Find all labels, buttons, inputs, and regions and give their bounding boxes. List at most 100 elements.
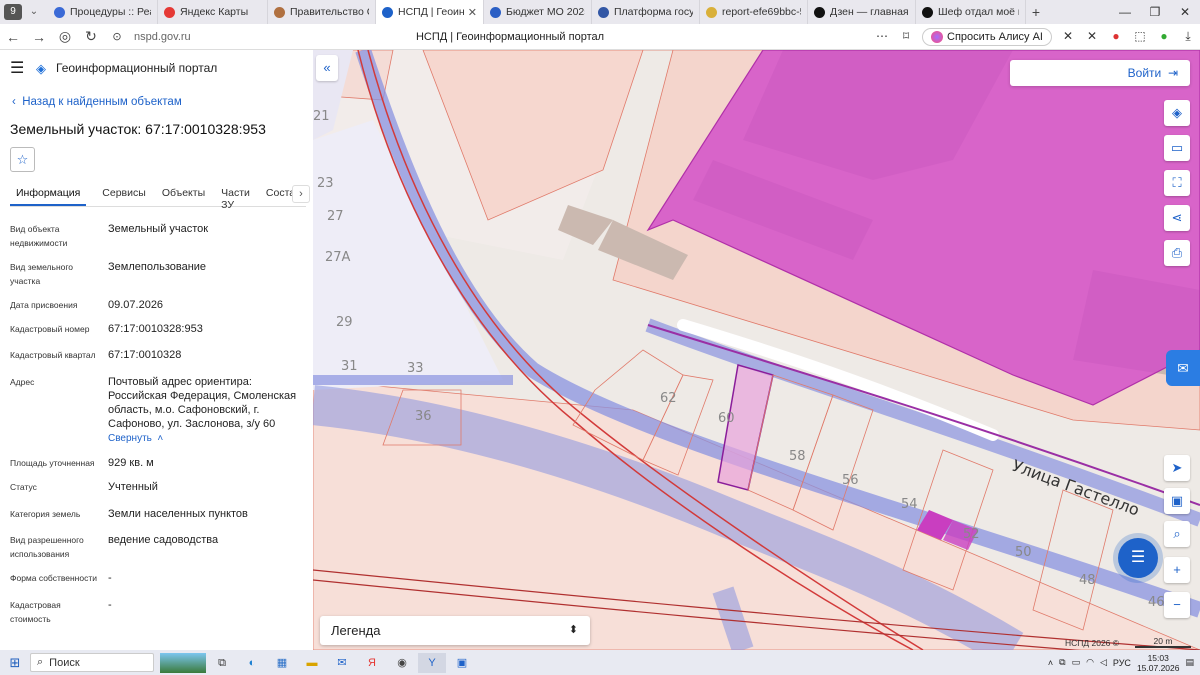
zoom-in-button[interactable]: + bbox=[1164, 557, 1190, 583]
object-info-panel: ☰ ◈ Геоинформационный портал ‹ Назад к н… bbox=[0, 50, 313, 650]
tab-information[interactable]: Информация bbox=[10, 183, 87, 206]
house-number: 46 bbox=[1148, 595, 1165, 610]
extension-icon[interactable]: ✕ bbox=[1084, 29, 1100, 45]
flag-icon[interactable]: ● bbox=[1108, 29, 1124, 45]
login-button[interactable]: Войти ⇥ bbox=[1010, 60, 1190, 86]
extension-icon[interactable]: ⬚ bbox=[1132, 29, 1148, 45]
clock[interactable]: 15:03 15.07.2026 bbox=[1137, 653, 1180, 673]
battery-icon[interactable]: ▭ bbox=[1072, 657, 1081, 668]
browser-tab[interactable]: Платформа государ bbox=[592, 0, 700, 24]
yandex-icon[interactable]: Я bbox=[358, 653, 386, 673]
browser-tab[interactable]: Шеф отдал моё повы bbox=[916, 0, 1026, 24]
yandex-browser-icon[interactable]: Y bbox=[418, 652, 446, 673]
ruler-icon[interactable]: ▭ bbox=[1164, 135, 1190, 161]
tab-label: report-efe69bbc-502 bbox=[722, 6, 801, 18]
tab-favicon-icon bbox=[490, 6, 501, 18]
edge-icon[interactable]: ◐ bbox=[238, 653, 266, 673]
reload-icon[interactable]: ↻ bbox=[78, 28, 104, 45]
protect-icon[interactable]: ◎ bbox=[52, 28, 78, 45]
house-number: 60 bbox=[718, 411, 735, 426]
favorite-star-icon[interactable]: ☆ bbox=[10, 147, 35, 172]
browser-tab[interactable]: Дзен — главная нов bbox=[808, 0, 916, 24]
task-view-icon[interactable]: ⧉ bbox=[208, 653, 236, 673]
volume-icon[interactable]: ◁ bbox=[1100, 657, 1107, 668]
tab-favicon-icon bbox=[382, 6, 393, 18]
browser-tab[interactable]: НСПД | Геоинфор ✕ bbox=[376, 0, 484, 24]
notifications-icon[interactable]: ▤ bbox=[1185, 657, 1194, 668]
house-number: 29 bbox=[336, 315, 353, 330]
collapse-panel-icon[interactable]: « bbox=[316, 55, 338, 81]
browser-tab-bar: 9 ⌄ Процедуры :: Реализ Яндекс Карты Прави… bbox=[0, 0, 1200, 24]
language-indicator[interactable]: РУС bbox=[1113, 658, 1131, 668]
tab-favicon-icon bbox=[706, 6, 717, 18]
tab-objects[interactable]: Объекты bbox=[162, 183, 205, 206]
app-icon[interactable]: ▣ bbox=[448, 653, 476, 673]
map-canvas[interactable]: 21 23 27 27А 29 31 33 36 62 60 58 56 54 … bbox=[313, 50, 1200, 650]
store-icon[interactable]: ▦ bbox=[268, 653, 296, 673]
object-title: Земельный участок: 67:17:0010328:953 bbox=[10, 121, 266, 137]
collapse-address-link[interactable]: Свернуть ˄ bbox=[108, 432, 304, 446]
close-window-icon[interactable]: ✕ bbox=[1170, 5, 1200, 19]
system-tray: ˄ ⧉ ▭ ◠ ◁ РУС 15:03 15.07.2026 ▤ bbox=[1048, 650, 1200, 675]
download-icon[interactable]: ⤓ bbox=[1180, 29, 1196, 45]
browser-tab[interactable]: Процедуры :: Реализ bbox=[48, 0, 158, 24]
more-icon[interactable]: ⋯ bbox=[874, 29, 890, 45]
house-number: 58 bbox=[789, 449, 806, 464]
map-copyright: НСПД 2026 © bbox=[1065, 638, 1120, 648]
widget-image-icon[interactable] bbox=[160, 652, 206, 673]
address-bar-actions: ⋯ ⌑ Спросить Алису AI ✕ ✕ ● ⬚ ● ⤓ bbox=[874, 27, 1196, 46]
tab-list-chevron-icon[interactable]: ⌄ bbox=[26, 4, 42, 20]
wifi-icon[interactable]: ◠ bbox=[1086, 657, 1094, 668]
login-label: Войти bbox=[1127, 66, 1162, 80]
tab-favicon-icon bbox=[922, 6, 933, 18]
ask-alice-button[interactable]: Спросить Алису AI bbox=[922, 27, 1052, 46]
extension-icon[interactable]: ● bbox=[1156, 29, 1172, 45]
bookmark-icon[interactable]: ⌑ bbox=[898, 29, 914, 45]
search-location-icon[interactable]: ⌕ bbox=[1164, 521, 1190, 547]
browser-tab[interactable]: Правительство Смо bbox=[268, 0, 376, 24]
help-chat-icon[interactable]: ✉ bbox=[1166, 350, 1200, 386]
explorer-icon[interactable]: ▬ bbox=[298, 653, 326, 673]
house-number: 33 bbox=[407, 361, 424, 376]
field-value: Землепользование bbox=[108, 261, 207, 273]
windows-start-icon[interactable]: ⊞ bbox=[0, 655, 30, 671]
field-label: Дата присвоения bbox=[10, 300, 78, 310]
zoom-out-button[interactable]: − bbox=[1164, 592, 1190, 618]
minimize-icon[interactable]: — bbox=[1110, 5, 1140, 19]
browser-tab[interactable]: Бюджет МО 2025г 24 bbox=[484, 0, 592, 24]
close-tab-icon[interactable]: ✕ bbox=[468, 6, 477, 19]
print-icon[interactable]: ⎙ bbox=[1164, 240, 1190, 266]
geolocation-icon[interactable]: ➤ bbox=[1164, 455, 1190, 481]
extension-icon[interactable]: ✕ bbox=[1060, 29, 1076, 45]
browser-tab[interactable]: Яндекс Карты bbox=[158, 0, 268, 24]
legend-dropdown[interactable]: Легенда ⬍ bbox=[320, 616, 590, 645]
network-icon[interactable]: ⧉ bbox=[1059, 657, 1065, 668]
house-number: 27А bbox=[325, 250, 351, 265]
tabs-scroll-right-icon[interactable]: › bbox=[292, 185, 310, 203]
share-icon[interactable]: ⋖ bbox=[1164, 205, 1190, 231]
house-number: 36 bbox=[415, 409, 432, 424]
forward-icon[interactable]: → bbox=[26, 29, 52, 45]
app-icon[interactable]: ◉ bbox=[388, 653, 416, 673]
layers-icon[interactable]: ◈ bbox=[1164, 100, 1190, 126]
tab-services[interactable]: Сервисы bbox=[102, 183, 146, 206]
back-icon[interactable]: ← bbox=[0, 29, 26, 45]
field-label: Вид разрешенного использования bbox=[10, 535, 84, 559]
new-tab-button[interactable]: + bbox=[1026, 4, 1046, 20]
menu-icon[interactable]: ☰ bbox=[10, 58, 32, 78]
taskbar-search[interactable]: ⌕ Поиск bbox=[30, 653, 154, 672]
portal-logo-icon: ◈ bbox=[36, 61, 46, 76]
basemap-icon[interactable]: ▣ bbox=[1164, 488, 1190, 514]
back-to-results-link[interactable]: ‹ Назад к найденным объектам bbox=[12, 96, 182, 108]
tab-count-badge[interactable]: 9 bbox=[4, 4, 22, 20]
chat-assistant-icon[interactable]: ☰ bbox=[1118, 538, 1158, 578]
restore-icon[interactable]: ❐ bbox=[1140, 5, 1170, 19]
tray-chevron-icon[interactable]: ˄ bbox=[1048, 658, 1053, 668]
outlook-icon[interactable]: ✉ bbox=[328, 653, 356, 673]
tab-parts[interactable]: Части ЗУ bbox=[221, 183, 250, 211]
map-view[interactable]: 21 23 27 27А 29 31 33 36 62 60 58 56 54 … bbox=[313, 50, 1200, 650]
select-area-icon[interactable]: ⛶ bbox=[1164, 170, 1190, 196]
browser-tab[interactable]: report-efe69bbc-502 bbox=[700, 0, 808, 24]
site-info-icon[interactable]: ⊙ bbox=[104, 30, 130, 43]
field-label: Адрес bbox=[10, 377, 35, 387]
